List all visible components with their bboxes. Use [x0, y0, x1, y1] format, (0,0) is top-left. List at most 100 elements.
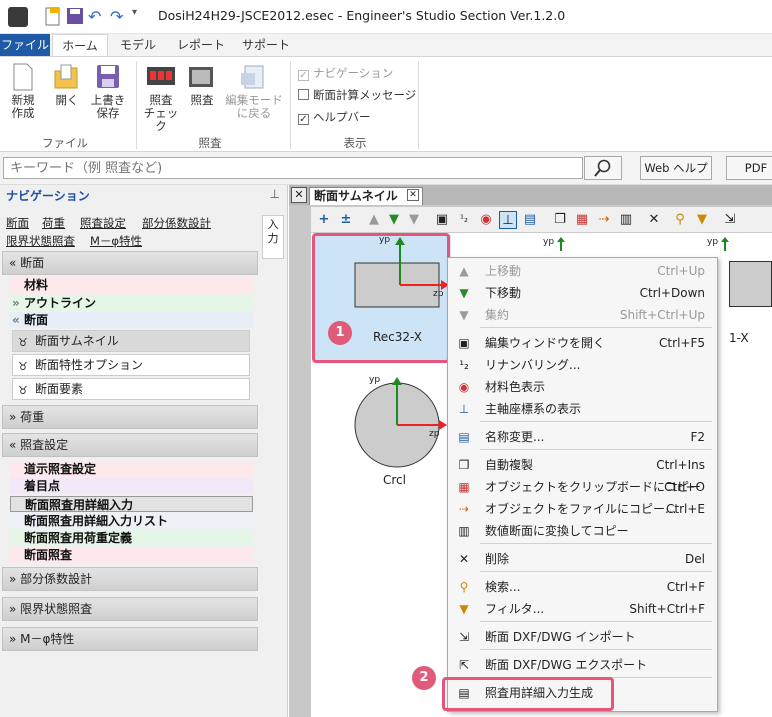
ribbon-separator: [290, 61, 291, 149]
navigation-checkbox[interactable]: ✓ ナビゲーション: [298, 65, 393, 81]
undo-icon[interactable]: ↶: [88, 7, 108, 27]
edit-window-icon[interactable]: ▣: [433, 211, 451, 229]
menu-item-auto-copy[interactable]: ❐ 自動複製 Ctrl+Ins: [448, 455, 717, 476]
dxf-import-icon[interactable]: ⇲: [721, 211, 739, 229]
menu-item-filter[interactable]: ▼ フィルタ... Shift+Ctrl+F: [448, 599, 717, 620]
nav-subitem-label: 断面特性オプション: [35, 358, 144, 372]
section-header-check-settings[interactable]: « 照査設定: [2, 433, 258, 457]
thumbnail-preview[interactable]: [729, 261, 772, 307]
menu-item-aggregate[interactable]: ▼ 集約 Shift+Ctrl+Up: [448, 305, 717, 326]
move-up-icon[interactable]: ▲: [365, 211, 383, 229]
save-button[interactable]: 上書き 保存: [88, 63, 128, 120]
menu-item-numeric-section[interactable]: ▥ 数値断面に変換してコピー: [448, 521, 717, 542]
close-pane-icon[interactable]: ✕: [291, 187, 307, 203]
menu-item-move-up[interactable]: ▲ 上移動 Ctrl+Up: [448, 261, 717, 282]
nav-link-limit[interactable]: 限界状態照査: [6, 233, 75, 249]
menu-item-principal-axis[interactable]: ⊥ 主軸座標系の表示: [448, 399, 717, 420]
add-icon[interactable]: +: [315, 211, 333, 229]
menu-item-shortcut: Ctrl+Down: [639, 286, 705, 300]
tab-section-thumbnail[interactable]: 断面サムネイル ✕: [309, 187, 423, 205]
nav-item-detail-input[interactable]: 断面照査用詳細入力: [10, 496, 253, 512]
nav-subitem-thumbnail[interactable]: ♉ 断面サムネイル: [12, 330, 250, 352]
menu-item-material-color[interactable]: ◉ 材料色表示: [448, 377, 717, 398]
menu-item-edit-window[interactable]: ▣ 編集ウィンドウを開く Ctrl+F5: [448, 333, 717, 354]
section-header-mphi[interactable]: » M－φ特性: [2, 627, 258, 651]
pin-icon[interactable]: ⊥: [270, 187, 280, 201]
verify-button[interactable]: 照査: [184, 63, 220, 107]
new-button[interactable]: 新規 作成: [4, 63, 42, 120]
menu-item-file-copy[interactable]: ⇢ オブジェクトをファイルにコピー... Ctrl+E: [448, 499, 717, 520]
nav-link-load[interactable]: 荷重: [42, 215, 65, 231]
group-label-view: 表示: [343, 136, 367, 150]
qa-dropdown-icon[interactable]: ▾: [132, 7, 152, 27]
search-input[interactable]: [3, 157, 583, 179]
menu-item-rename[interactable]: ▤ 名称変更... F2: [448, 427, 717, 448]
clipboard-icon[interactable]: ▦: [573, 211, 591, 229]
move-down-icon[interactable]: ▼: [385, 211, 403, 229]
nav-item-focus-point[interactable]: 着目点: [10, 478, 253, 494]
helpbar-checkbox[interactable]: ✓ ヘルプバー: [298, 109, 371, 125]
tab-file[interactable]: ファイル: [0, 34, 50, 56]
edit-mode-button[interactable]: 編集モード に戻る: [224, 63, 284, 120]
rename-icon[interactable]: ▤: [521, 211, 539, 229]
tab-support[interactable]: サポート: [236, 34, 296, 56]
nav-item-section-check[interactable]: 断面照査: [10, 547, 253, 563]
menu-item-move-down[interactable]: ▼ 下移動 Ctrl+Down: [448, 283, 717, 304]
nav-link-check-settings[interactable]: 照査設定: [80, 215, 126, 231]
filter-icon[interactable]: ▼: [693, 211, 711, 229]
auto-copy-icon[interactable]: ❐: [551, 211, 569, 229]
menu-item-renumber[interactable]: ¹₂ リナンバリング...: [448, 355, 717, 376]
section-header-section[interactable]: « 断面: [2, 251, 258, 275]
nav-item-section[interactable]: « 断面: [10, 312, 253, 328]
tab-home[interactable]: ホーム: [52, 34, 108, 56]
search-button[interactable]: [584, 156, 622, 180]
redo-icon[interactable]: ↷: [110, 7, 130, 27]
principal-axis-icon[interactable]: ⊥: [499, 211, 517, 229]
edit-mode-label: 編集モード に戻る: [225, 93, 283, 120]
menu-item-dxf-import[interactable]: ⇲ 断面 DXF/DWG インポート: [448, 627, 717, 648]
add-below-icon[interactable]: ±: [337, 211, 355, 229]
side-tab-input[interactable]: 入 力: [262, 215, 284, 259]
delete-icon[interactable]: ✕: [645, 211, 663, 229]
material-color-icon[interactable]: ◉: [477, 211, 495, 229]
nav-item-road-check[interactable]: 道示照査設定: [10, 461, 253, 477]
menu-item-delete[interactable]: ✕ 削除 Del: [448, 549, 717, 570]
menu-item-dxf-export[interactable]: ⇱ 断面 DXF/DWG エクスポート: [448, 655, 717, 676]
menu-item-search[interactable]: ⚲ 検索... Ctrl+F: [448, 577, 717, 598]
pdf-button[interactable]: PDF: [726, 156, 772, 180]
nav-item-material[interactable]: 材料: [10, 277, 253, 293]
nav-link-section[interactable]: 断面: [6, 215, 29, 231]
menu-item-label: 編集ウィンドウを開く: [485, 336, 606, 350]
nav-item-detail-input-list[interactable]: 断面照査用詳細入力リスト: [10, 513, 253, 529]
tab-report[interactable]: レポート: [170, 34, 232, 56]
ribbon-separator: [418, 61, 419, 149]
file-copy-icon[interactable]: ⇢: [595, 211, 613, 229]
nav-link-mphi[interactable]: M－φ特性: [90, 233, 142, 249]
thumbnail-name: Crcl: [383, 473, 406, 487]
section-header-load[interactable]: » 荷重: [2, 405, 258, 429]
web-help-button[interactable]: Web ヘルプ: [640, 156, 712, 180]
tab-model[interactable]: モデル: [110, 34, 166, 56]
nav-subitem-elements[interactable]: ♉ 断面要素: [12, 378, 250, 400]
section-header-limit[interactable]: » 限界状態照査: [2, 597, 258, 621]
new-file-icon[interactable]: [44, 7, 64, 27]
open-button[interactable]: 開く: [48, 63, 86, 107]
numeric-section-icon[interactable]: ▥: [617, 211, 635, 229]
save-icon[interactable]: [66, 7, 86, 27]
menu-item-label: 上移動: [485, 264, 522, 278]
nav-link-partial[interactable]: 部分係数設計: [142, 215, 211, 231]
thumbnail-name: 1-X: [729, 331, 749, 345]
search-icon: ⚲: [459, 580, 469, 594]
search-icon[interactable]: ⚲: [671, 211, 689, 229]
close-tab-icon[interactable]: ✕: [407, 189, 419, 201]
nav-subitem-property-options[interactable]: ♉ 断面特性オプション: [12, 354, 250, 376]
nav-item-load-definition[interactable]: 断面照査用荷重定義: [10, 530, 253, 546]
aggregate-icon[interactable]: ▼: [405, 211, 423, 229]
menu-item-clipboard[interactable]: ▦ オブジェクトをクリップボードにコピー Ctrl+O: [448, 477, 717, 498]
renumber-icon[interactable]: ¹₂: [455, 211, 473, 229]
nav-item-outline[interactable]: » アウトライン: [10, 295, 253, 311]
section-header-label: 部分係数設計: [20, 572, 93, 586]
check-button[interactable]: 照査 チェック: [140, 63, 182, 133]
section-header-partial[interactable]: » 部分係数設計: [2, 567, 258, 591]
calc-message-checkbox[interactable]: 断面計算メッセージ: [298, 87, 416, 103]
